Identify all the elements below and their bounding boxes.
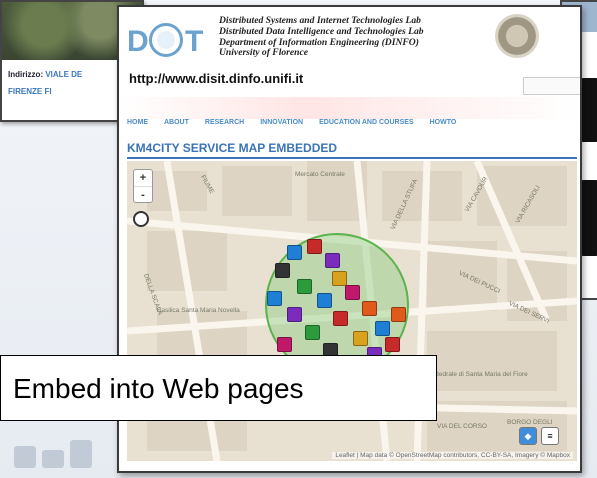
street-label: VIA DEL CORSO xyxy=(437,423,487,430)
faded-decoration xyxy=(4,420,114,478)
main-nav: HOME ABOUT RESEARCH INNOVATION EDUCATION… xyxy=(119,119,580,135)
layers-icon[interactable]: ◆ xyxy=(519,427,537,445)
dark-block-bottom xyxy=(580,180,597,256)
map-attribution: Leaflet | Map data © OpenStreetMap contr… xyxy=(332,452,573,459)
street-label: Mercato Centrale xyxy=(295,171,345,178)
poi-marker[interactable] xyxy=(297,279,312,294)
poi-marker[interactable] xyxy=(275,263,290,278)
organization-block: Distributed Systems and Internet Technol… xyxy=(219,15,489,59)
address-value[interactable]: VIALE DE xyxy=(45,70,82,79)
address-label: Indirizzo: xyxy=(8,70,44,79)
poi-marker[interactable] xyxy=(391,307,406,322)
map-layer-controls: ◆ ≡ xyxy=(519,427,559,445)
globe-icon xyxy=(149,23,183,57)
logo-letter-d: D xyxy=(127,25,149,58)
poi-marker[interactable] xyxy=(307,239,322,254)
zoom-out-button[interactable]: - xyxy=(134,187,152,203)
zoom-control: + - xyxy=(133,169,153,203)
locate-icon[interactable] xyxy=(133,211,149,227)
nav-item-about[interactable]: ABOUT xyxy=(156,119,197,135)
poi-marker[interactable] xyxy=(325,253,340,268)
poi-marker[interactable] xyxy=(277,337,292,352)
poi-marker[interactable] xyxy=(267,291,282,306)
poi-marker[interactable] xyxy=(345,285,360,300)
org-line: Distributed Data Intelligence and Techno… xyxy=(219,25,424,37)
logo-letter-t: T xyxy=(185,25,204,58)
zoom-in-button[interactable]: + xyxy=(134,170,152,187)
street-label: Cattedrale di Santa Maria del Fiore xyxy=(427,371,528,378)
street-label: Basilica Santa Maria Novella xyxy=(157,307,240,314)
poi-marker[interactable] xyxy=(287,307,302,322)
poi-marker[interactable] xyxy=(385,337,400,352)
list-icon[interactable]: ≡ xyxy=(541,427,559,445)
address-city[interactable]: FIRENZE FI xyxy=(8,87,52,96)
street-label: BORGO DEGLI xyxy=(507,419,553,426)
page-title: KM4CITY SERVICE MAP EMBEDDED xyxy=(127,141,338,155)
disit-logo[interactable]: D T xyxy=(127,23,209,61)
poi-marker[interactable] xyxy=(333,311,348,326)
search-input[interactable] xyxy=(523,77,580,95)
poi-marker[interactable] xyxy=(305,325,320,340)
university-seal-icon xyxy=(495,14,539,58)
header-decoration xyxy=(119,97,580,119)
nav-item-education[interactable]: EDUCATION AND COURSES xyxy=(311,119,422,135)
nav-item-innovation[interactable]: INNOVATION xyxy=(252,119,311,135)
nav-item-home[interactable]: HOME xyxy=(119,119,156,135)
poi-marker[interactable] xyxy=(287,245,302,260)
title-underline xyxy=(127,157,577,159)
poi-marker[interactable] xyxy=(353,331,368,346)
site-url[interactable]: http://www.disit.dinfo.unifi.it xyxy=(129,71,303,86)
nav-item-research[interactable]: RESEARCH xyxy=(197,119,252,135)
dark-block-top xyxy=(580,78,597,142)
poi-marker[interactable] xyxy=(317,293,332,308)
poi-marker[interactable] xyxy=(362,301,377,316)
nav-item-howto[interactable]: HOWTO xyxy=(422,119,465,135)
address-line: Indirizzo: VIALE DE xyxy=(8,70,82,79)
caption-box: Embed into Web pages xyxy=(0,355,437,421)
poi-marker[interactable] xyxy=(375,321,390,336)
poi-marker[interactable] xyxy=(332,271,347,286)
org-line: University of Florence xyxy=(219,47,308,59)
